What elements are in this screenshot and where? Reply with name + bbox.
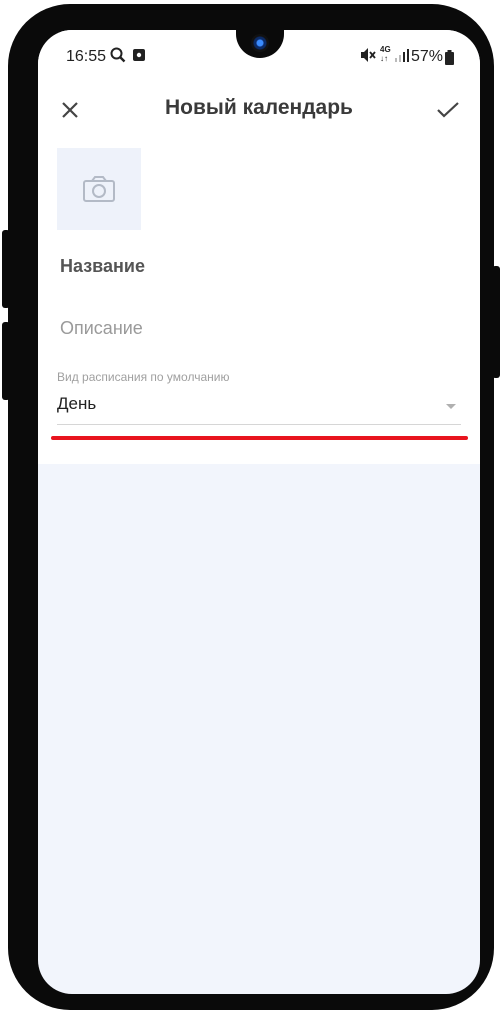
side-button [2, 322, 10, 400]
battery-icon [445, 49, 454, 65]
calendar-form: Название Описание Вид расписания по умол… [38, 132, 480, 464]
mute-icon [360, 46, 376, 69]
status-time: 16:55 [66, 48, 107, 65]
side-button [492, 266, 500, 378]
battery-indicator: 57% [411, 48, 454, 66]
status-bar: 16:55 4G ↓↑ 57% [38, 30, 480, 88]
phone-frame: 16:55 4G ↓↑ 57% Новый календарь Название… [2, 4, 500, 1010]
schedule-view-select[interactable]: День [57, 394, 96, 414]
save-button[interactable] [430, 92, 466, 128]
photo-picker[interactable] [57, 148, 141, 230]
select-underline [57, 424, 461, 425]
search-icon [110, 46, 126, 69]
camera-icon [83, 176, 115, 202]
side-button [2, 230, 10, 308]
highlight-line [51, 436, 468, 440]
notification-icon [132, 46, 146, 69]
calendar-description-input[interactable]: Описание [60, 318, 143, 339]
check-icon [437, 102, 459, 118]
schedule-view-label: Вид расписания по умолчанию [57, 370, 230, 384]
chevron-down-icon[interactable] [446, 404, 456, 409]
front-camera [236, 30, 284, 58]
screen: 16:55 4G ↓↑ 57% Новый календарь Название… [38, 30, 480, 994]
calendar-name-input[interactable]: Название [60, 256, 145, 277]
app-bar: Новый календарь [38, 88, 480, 132]
network-type-icon: 4G ↓↑ [380, 45, 391, 63]
network-type-label: 4G [380, 45, 391, 54]
battery-percent: 57% [410, 48, 443, 65]
page-title: Новый календарь [165, 96, 353, 119]
signal-icon [394, 46, 410, 69]
